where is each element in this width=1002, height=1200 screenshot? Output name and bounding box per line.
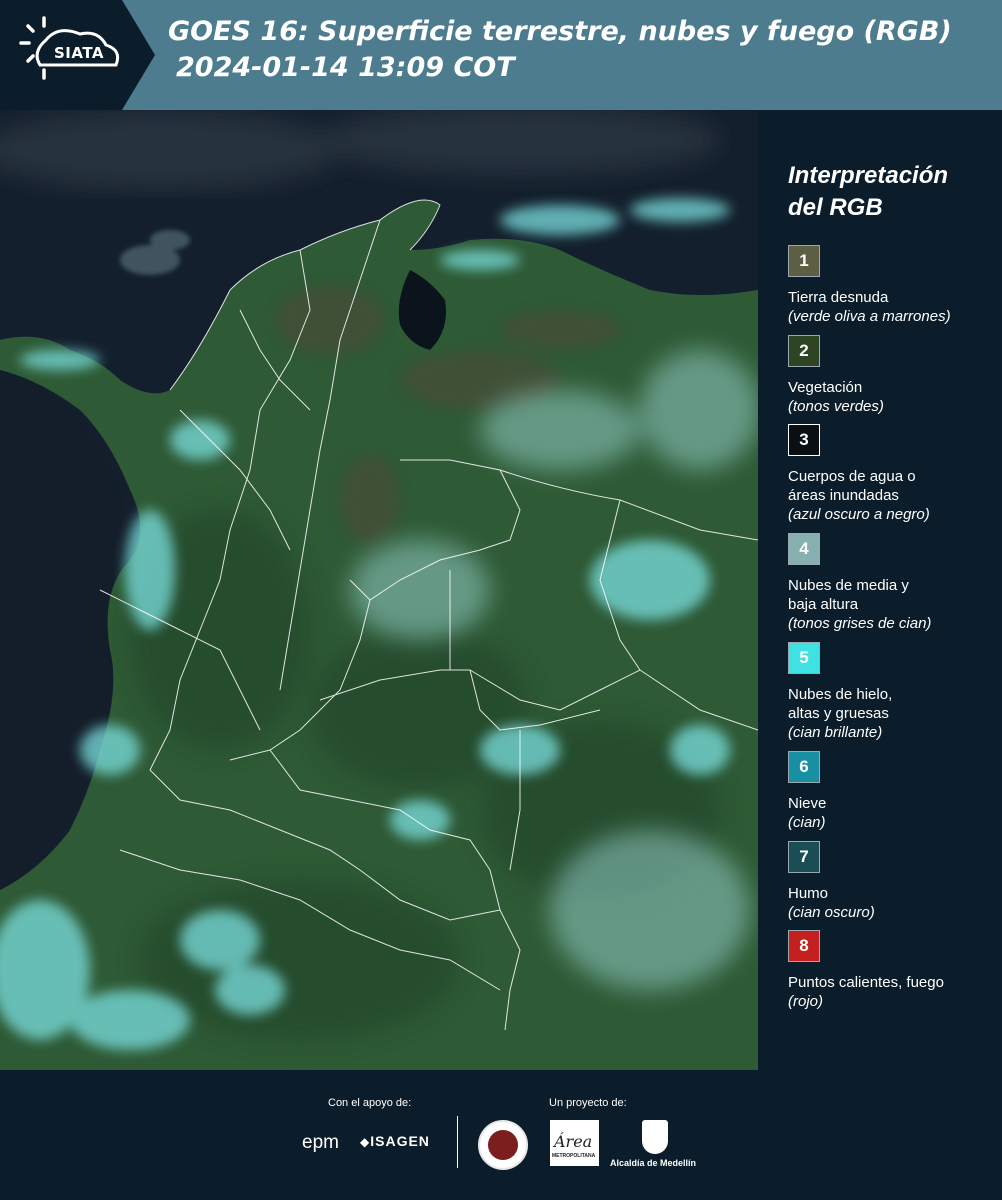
area-metropolitana-logo: Área METROPOLITANA bbox=[550, 1120, 599, 1166]
legend-item-8: 8 Puntos calientes, fuego (rojo) bbox=[788, 930, 998, 1011]
legend-item-6: 6 Nieve (cian) bbox=[788, 751, 998, 832]
seal-emblem-icon bbox=[488, 1130, 518, 1160]
title-line-1: GOES 16: Superficie terrestre, nubes y f… bbox=[168, 16, 952, 47]
legend-item-label: Vegetación bbox=[788, 379, 863, 396]
footer: Con el apoyo de: Un proyecto de: epm ◆IS… bbox=[0, 1070, 1002, 1200]
satellite-map bbox=[0, 110, 758, 1070]
legend-item-desc: (tonos grises de cian) bbox=[788, 615, 932, 632]
legend-item-desc: (rojo) bbox=[788, 993, 824, 1010]
legend-item-1: 1 Tierra desnuda (verde oliva a marrones… bbox=[788, 245, 998, 326]
isagen-icon: ◆ bbox=[360, 1135, 371, 1149]
legend-item-desc: (cian) bbox=[788, 814, 826, 831]
metro-logo-text: Área bbox=[554, 1132, 593, 1151]
support-label: Con el apoyo de: bbox=[328, 1097, 412, 1109]
legend-title: Interpretación del RGB bbox=[788, 162, 949, 221]
medellin-seal-logo bbox=[478, 1120, 528, 1170]
siata-logo: SIATA bbox=[0, 0, 155, 110]
legend-item-3: 3 Cuerpos de agua o áreas inundadas (azu… bbox=[788, 424, 998, 524]
page-title: GOES 16: Superficie terrestre, nubes y f… bbox=[168, 14, 952, 86]
isagen-text: ISAGEN bbox=[370, 1133, 430, 1149]
epm-logo: epm bbox=[302, 1132, 339, 1153]
alcaldia-shield-icon bbox=[642, 1120, 668, 1154]
legend-item-5: 5 Nubes de hielo, altas y gruesas (cian … bbox=[788, 642, 998, 742]
alcaldia-label: Alcaldía de Medellín bbox=[610, 1158, 697, 1168]
title-line-2: 2024-01-14 13:09 COT bbox=[176, 52, 515, 83]
legend-swatch: 1 bbox=[788, 245, 820, 277]
legend-swatch: 4 bbox=[788, 533, 820, 565]
legend-item-desc: (tonos verdes) bbox=[788, 398, 884, 415]
legend-item-label: Cuerpos de agua o áreas inundadas bbox=[788, 468, 916, 504]
legend-swatch: 5 bbox=[788, 642, 820, 674]
legend-item-desc: (cian oscuro) bbox=[788, 904, 875, 921]
legend-item-label: Nubes de media y baja altura bbox=[788, 577, 909, 613]
legend-item-desc: (azul oscuro a negro) bbox=[788, 506, 930, 523]
legend-item-2: 2 Vegetación (tonos verdes) bbox=[788, 335, 998, 416]
legend-swatch: 2 bbox=[788, 335, 820, 367]
legend-item-4: 4 Nubes de media y baja altura (tonos gr… bbox=[788, 533, 998, 633]
legend-panel: Interpretación del RGB 1 Tierra desnuda … bbox=[762, 110, 1002, 1070]
legend-item-label: Tierra desnuda bbox=[788, 289, 889, 306]
legend-item-label: Humo bbox=[788, 885, 829, 902]
legend-item-desc: (cian brillante) bbox=[788, 724, 883, 741]
legend-item-label: Nubes de hielo, altas y gruesas bbox=[788, 686, 893, 722]
legend-item-label: Nieve bbox=[788, 795, 827, 812]
legend-swatch: 6 bbox=[788, 751, 820, 783]
footer-divider bbox=[457, 1116, 458, 1168]
header: SIATA GOES 16: Superficie terrestre, nub… bbox=[0, 0, 1002, 110]
logo-text: SIATA bbox=[54, 44, 105, 62]
legend-item-7: 7 Humo (cian oscuro) bbox=[788, 841, 998, 922]
legend-item-desc: (verde oliva a marrones) bbox=[788, 308, 951, 325]
metro-logo-sub: METROPOLITANA bbox=[552, 1153, 596, 1159]
legend-swatch: 3 bbox=[788, 424, 820, 456]
legend-swatch: 7 bbox=[788, 841, 820, 873]
isagen-logo: ◆ISAGEN bbox=[360, 1133, 430, 1149]
legend-swatch: 8 bbox=[788, 930, 820, 962]
project-label: Un proyecto de: bbox=[549, 1097, 627, 1109]
legend-item-label: Puntos calientes, fuego bbox=[788, 974, 944, 991]
